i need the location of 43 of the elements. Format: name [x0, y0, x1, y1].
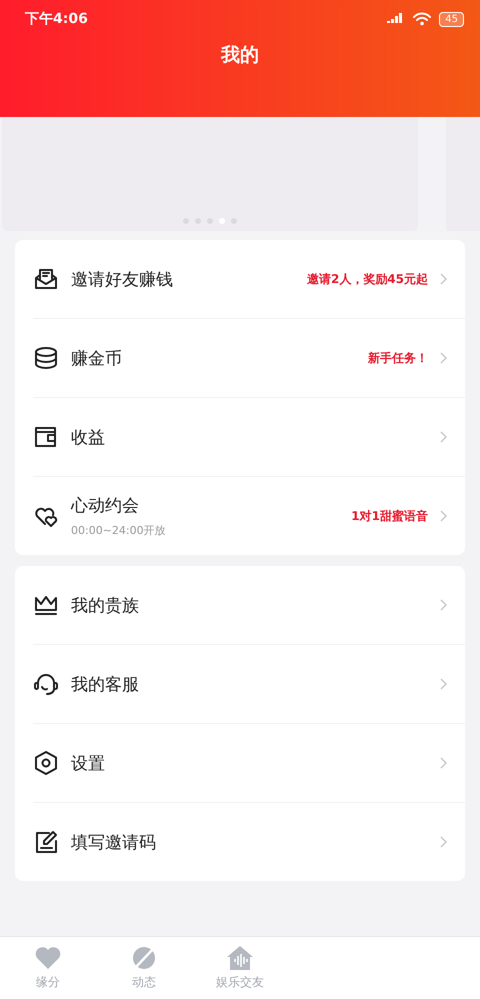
page-title: 我的	[220, 43, 260, 68]
menu-row[interactable]: 收益	[33, 398, 465, 477]
promo-note: 新手任务！	[368, 350, 428, 366]
menu-row[interactable]: 邀请好友赚钱 邀请2人，奖励45元起	[33, 240, 465, 319]
menu-label: 收益	[71, 426, 106, 448]
promo-note: 1对1甜蜜语音	[351, 508, 428, 524]
menu-row[interactable]: 心动约会 00:00~24:00开放 1对1甜蜜语音	[33, 477, 465, 555]
heart-icon	[34, 945, 62, 971]
menu-label: 设置	[71, 752, 106, 774]
promo-note: 邀请2人，奖励45元起	[306, 270, 428, 288]
chevron-icon	[440, 273, 447, 285]
planet-icon	[130, 945, 158, 971]
menu-label: 邀请好友赚钱	[71, 268, 174, 290]
chevron-icon	[440, 510, 447, 522]
menu-label: 我的贵族	[71, 594, 140, 616]
chevron-icon	[440, 678, 447, 690]
wallet-icon	[33, 424, 59, 450]
chevron-icon	[440, 431, 447, 443]
menu-sublabel: 00:00~24:00开放	[71, 523, 167, 538]
menu-row[interactable]: 我的客服	[33, 645, 465, 724]
menu-row[interactable]: 赚金币 新手任务！	[33, 319, 465, 398]
menu-label: 我的客服	[71, 674, 140, 696]
battery-indicator: 45	[439, 12, 464, 26]
wifi-icon	[413, 12, 432, 26]
status-time: 下午4:06	[25, 10, 88, 28]
chevron-icon	[440, 599, 447, 611]
headset-icon	[33, 671, 59, 697]
chevron-icon	[440, 757, 447, 769]
menu-label: 赚金币	[71, 348, 123, 370]
menu-row[interactable]: 我的贵族	[33, 566, 465, 645]
banner-card[interactable]	[2, 117, 418, 231]
edit-icon	[33, 829, 59, 855]
house-icon	[226, 945, 254, 971]
envelope-icon	[33, 266, 59, 292]
banner-card[interactable]	[446, 117, 480, 231]
menu-label: 心动约会	[71, 495, 140, 517]
hexagon-icon	[33, 750, 59, 776]
menu-row[interactable]: 填写邀请码	[33, 803, 465, 881]
menu-row[interactable]: 设置	[33, 724, 465, 803]
chevron-icon	[440, 352, 447, 364]
chevron-icon	[440, 836, 447, 848]
coins-icon	[33, 345, 59, 371]
menu-label: 填写邀请码	[71, 832, 157, 854]
